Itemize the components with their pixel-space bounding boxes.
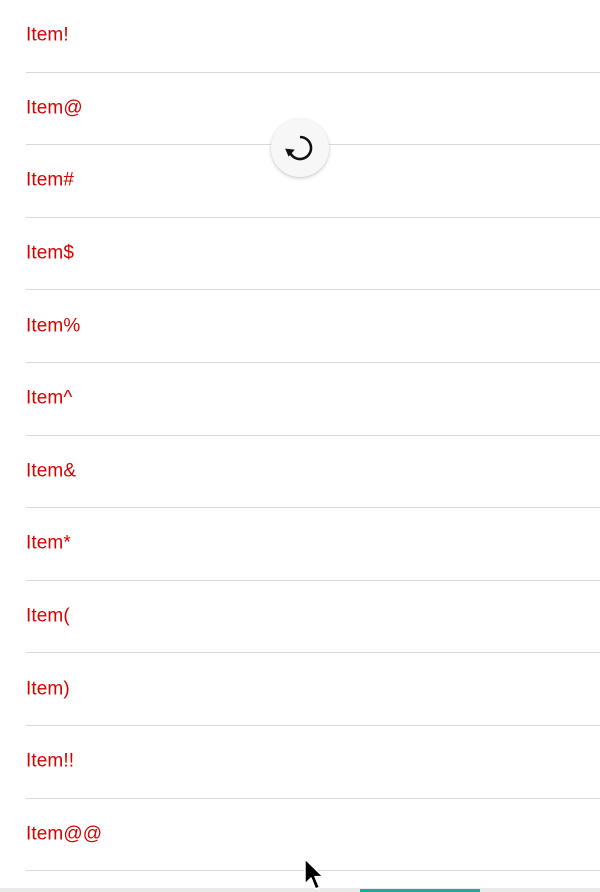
list-item[interactable]: Item^ [0,363,600,436]
list-item-label: Item!! [26,750,75,772]
list-item[interactable]: Item( [0,581,600,654]
list-item-label: Item$ [26,242,75,264]
list-item[interactable]: Item$ [0,218,600,291]
list-item-label: Item@ [26,97,83,119]
list-item-label: Item* [26,532,71,554]
list-item[interactable]: Item! [0,0,600,73]
list-item-label: Item@@ [26,823,103,845]
list-item[interactable]: Item) [0,653,600,726]
list-item-label: Item! [26,24,69,46]
list-item-label: Item% [26,315,81,337]
list-item-label: Item) [26,678,70,700]
list-item[interactable]: Item* [0,508,600,581]
list-item[interactable]: Item% [0,290,600,363]
list-item-label: Item& [26,460,77,482]
list-item[interactable]: Item& [0,436,600,509]
refresh-icon [285,135,313,161]
pull-to-refresh-indicator [271,119,329,177]
list-item-label: Item^ [26,387,73,409]
list-item-label: Item( [26,605,70,627]
bottom-bar [0,888,600,892]
list-item[interactable]: Item!! [0,726,600,799]
list-item-label: Item# [26,169,75,191]
list-item[interactable]: Item@@ [0,799,600,872]
